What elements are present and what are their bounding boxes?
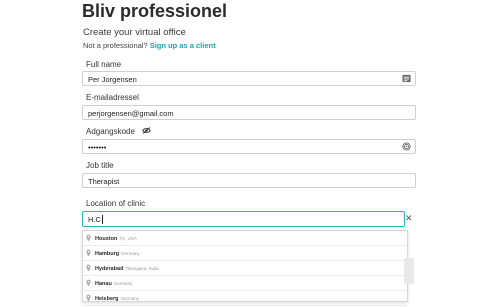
map-pin-icon [86,294,91,302]
client-prompt: Not a professional? [83,41,148,50]
location-suggestions: Houston TX, USA Hamburg Germany Hyderabad T… [82,230,408,306]
fingerprint-icon [402,142,411,151]
full-name-label: Full name [86,60,122,69]
job-title-label: Job title [86,161,114,170]
suggestion-main: Hyderabad [95,266,124,272]
suggestion-secondary: Germany [113,281,133,286]
email-value: perjorgensen@gmail.com [88,109,174,118]
suggestion-secondary: Telangana, India [125,266,159,271]
suggestion-main: Hanau [95,281,112,287]
email-field[interactable]: perjorgensen@gmail.com [82,105,416,120]
full-name-field[interactable]: Per Jorgensen [82,71,416,86]
location-input[interactable]: H.C [82,211,405,227]
suggestion-item[interactable]: Hanau Germany [83,276,407,291]
password-label: Adgangskode [86,127,135,136]
map-pin-icon [86,279,91,287]
page-title: Bliv professionel [82,1,228,21]
client-signup-line: Not a professional? Sign up as a client [83,41,216,50]
password-field[interactable]: ••••••• [82,139,416,154]
full-name-value: Per Jorgensen [88,75,137,84]
suggestion-item[interactable]: Houston TX, USA [83,231,407,246]
suggestion-main: Hamburg [95,251,120,257]
map-pin-icon [86,234,91,242]
suggestion-secondary: TX, USA [119,236,137,241]
suggestion-item[interactable]: Heisberg Germany [83,291,407,306]
suggestion-item[interactable]: Hamburg Germany [83,246,407,261]
partially-hidden-button[interactable] [404,258,414,284]
suggestion-item[interactable]: Hyderabad Telangana, India [83,261,407,276]
close-icon[interactable]: ✕ [405,213,413,224]
suggestion-main: Houston [95,236,118,242]
email-label: E-mailadressel [86,93,139,102]
job-title-value: Therapist [88,177,120,186]
map-pin-icon [86,264,91,272]
password-value: ••••••• [88,143,107,152]
job-title-field[interactable]: Therapist [82,173,416,188]
eye-off-icon[interactable] [142,127,151,134]
client-signup-link[interactable]: Sign up as a client [150,41,216,50]
page-subtitle: Create your virtual office [83,27,186,38]
map-pin-icon [86,249,91,257]
suggestion-secondary: Germany [120,296,140,301]
contact-card-icon[interactable] [402,74,411,83]
suggestion-secondary: Germany [121,251,140,256]
location-label: Location of clinic [86,199,146,208]
suggestion-main: Heisberg [95,296,119,302]
location-value: H.C [88,215,101,224]
